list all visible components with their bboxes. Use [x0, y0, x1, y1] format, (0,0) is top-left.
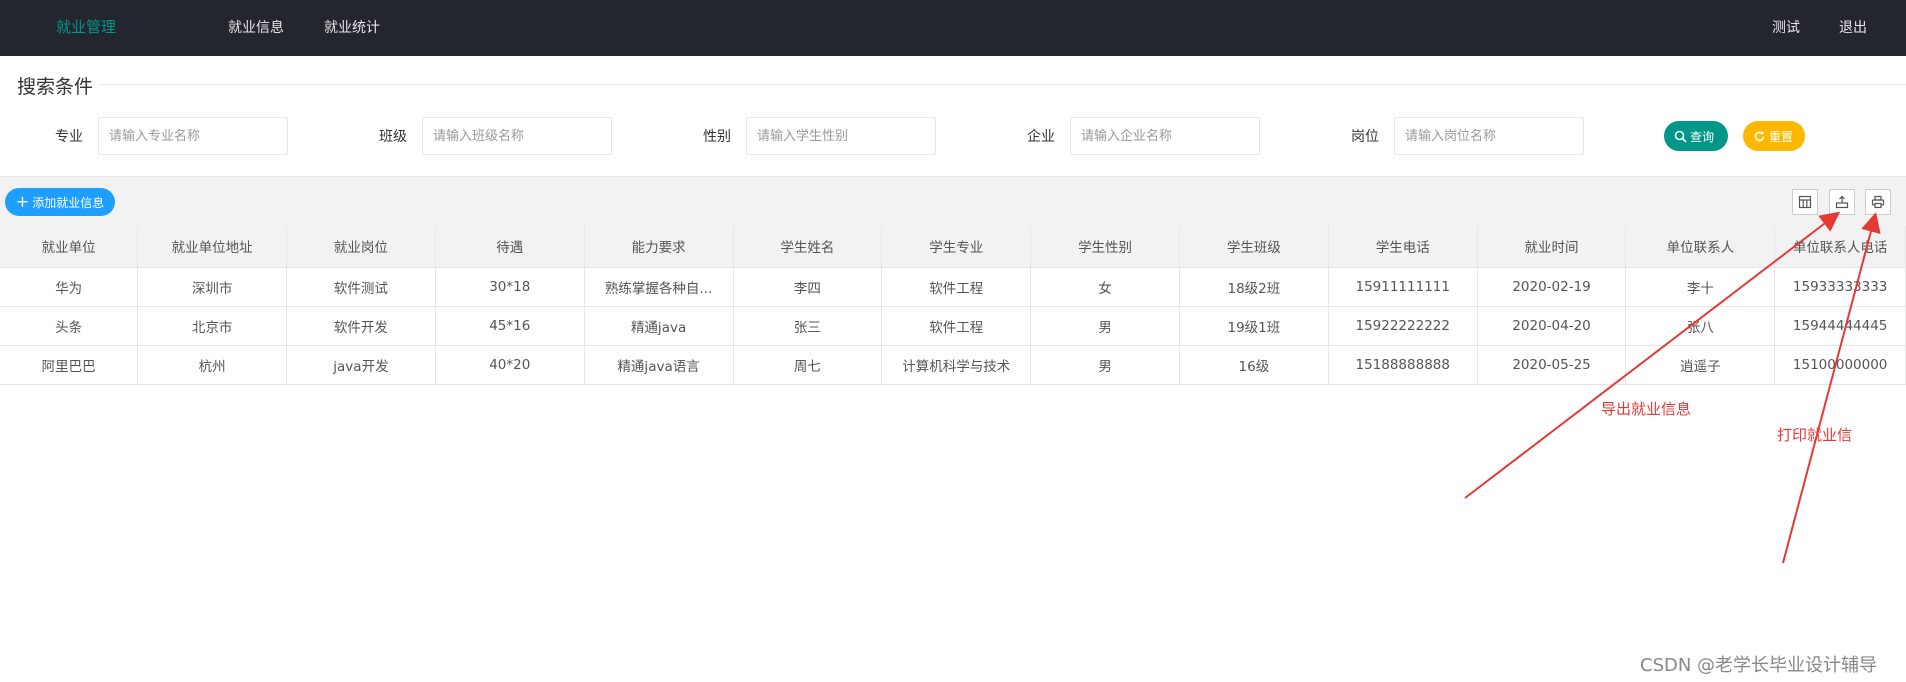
print-annotation: 打印就业信	[1777, 426, 1853, 444]
export-annotation: 导出就业信息	[1601, 400, 1692, 418]
print-arrow	[1782, 212, 1881, 564]
export-arrow	[1464, 211, 1841, 499]
csdn-watermark: CSDN @老学长毕业设计辅导	[1640, 655, 1878, 676]
annotation-arrows	[1464, 211, 1881, 564]
